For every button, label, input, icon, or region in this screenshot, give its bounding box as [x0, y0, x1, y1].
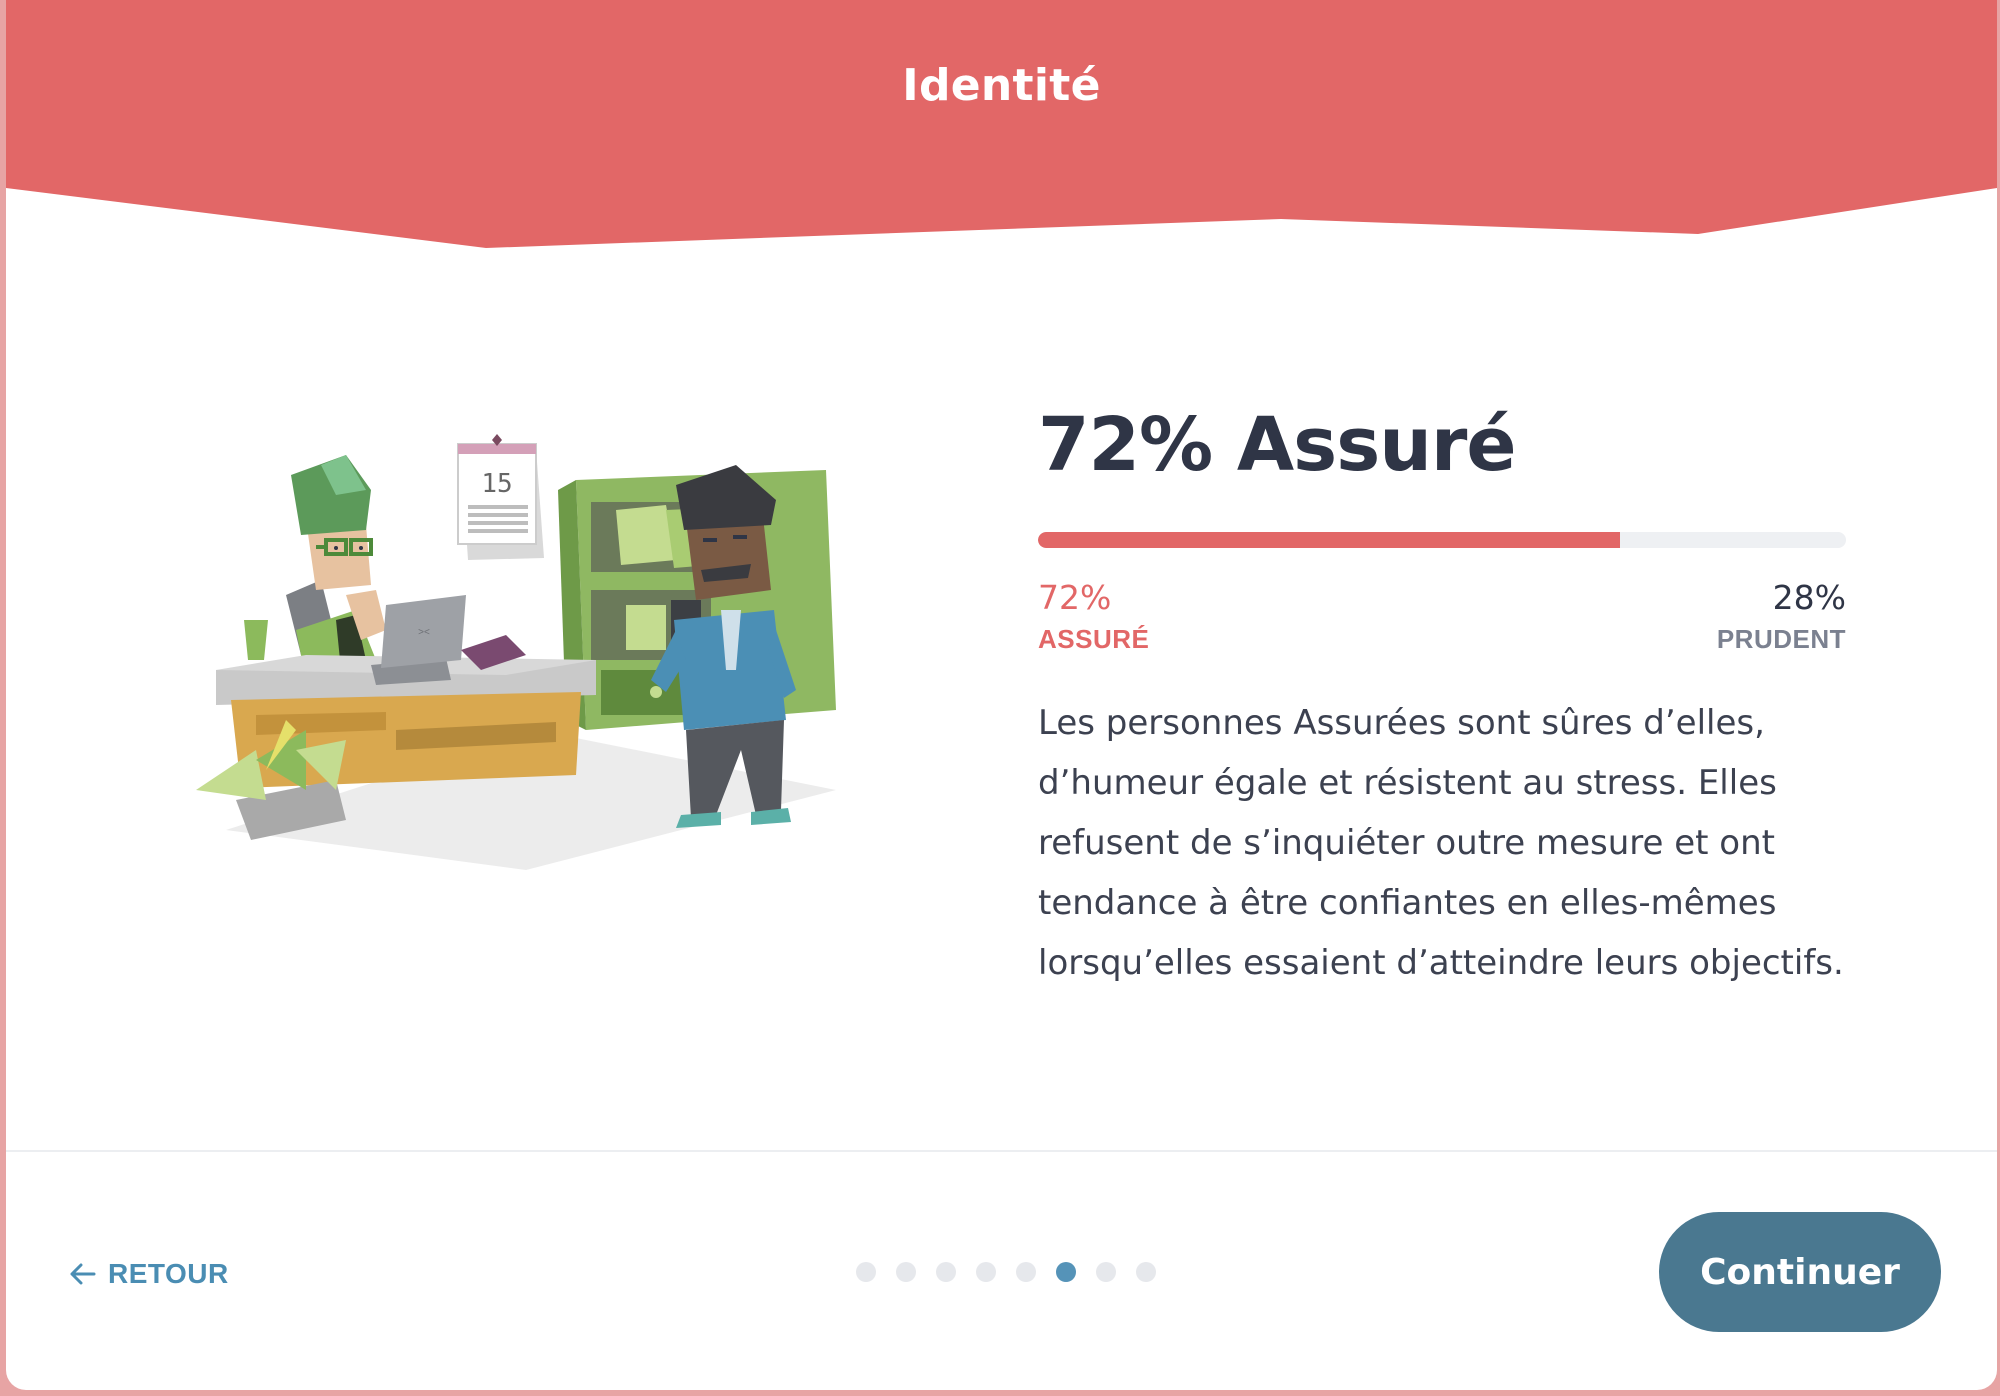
pagination-dot: [1136, 1262, 1156, 1282]
back-button-label: RETOUR: [108, 1258, 229, 1289]
trait-right: 28% PRUDENT: [1717, 578, 1846, 655]
trait-right-percent: 28%: [1772, 578, 1846, 617]
trait-labels: 72% ASSURÉ 28% PRUDENT: [1038, 578, 1846, 655]
header-banner: [6, 0, 1997, 248]
calendar-day: 15: [481, 469, 512, 499]
seated-man-graphic: [291, 455, 386, 690]
result-panel: 72% Assuré 72% ASSURÉ 28% PRUDENT Les pe…: [1038, 400, 1846, 1027]
trait-left: 72% ASSURÉ: [1038, 578, 1149, 655]
trait-right-label: PRUDENT: [1716, 624, 1846, 654]
pagination-dot: [1096, 1262, 1116, 1282]
result-title: 72% Assuré: [1038, 402, 1517, 488]
pagination-dot-active: [1056, 1262, 1076, 1282]
modal-card: Identité 15 >< 72% Assuré 72% ASSURÉ 28%…: [6, 0, 1997, 1390]
continue-button[interactable]: Continuer: [1659, 1212, 1941, 1332]
pagination-dot: [936, 1262, 956, 1282]
trait-left-label: ASSURÉ: [1038, 624, 1150, 654]
pagination-dot: [856, 1262, 876, 1282]
footer-divider: [6, 1150, 1997, 1152]
trait-progress-bar: [1038, 532, 1846, 548]
svg-text:><: ><: [418, 627, 430, 638]
pagination-dots: [856, 1262, 1156, 1282]
pagination-dot: [976, 1262, 996, 1282]
trait-progress-fill: [1038, 532, 1620, 548]
pagination-dot: [1016, 1262, 1036, 1282]
trait-left-percent: 72%: [1038, 578, 1112, 617]
arrow-left-icon: [68, 1260, 96, 1288]
header-title: Identité: [902, 60, 1101, 111]
result-description: Les personnes Assurées sont sûres d’elle…: [1038, 703, 1844, 983]
office-illustration: 15 ><: [196, 434, 836, 870]
back-button[interactable]: RETOUR: [68, 1258, 229, 1290]
pagination-dot: [896, 1262, 916, 1282]
calendar-graphic: 15: [457, 434, 544, 560]
